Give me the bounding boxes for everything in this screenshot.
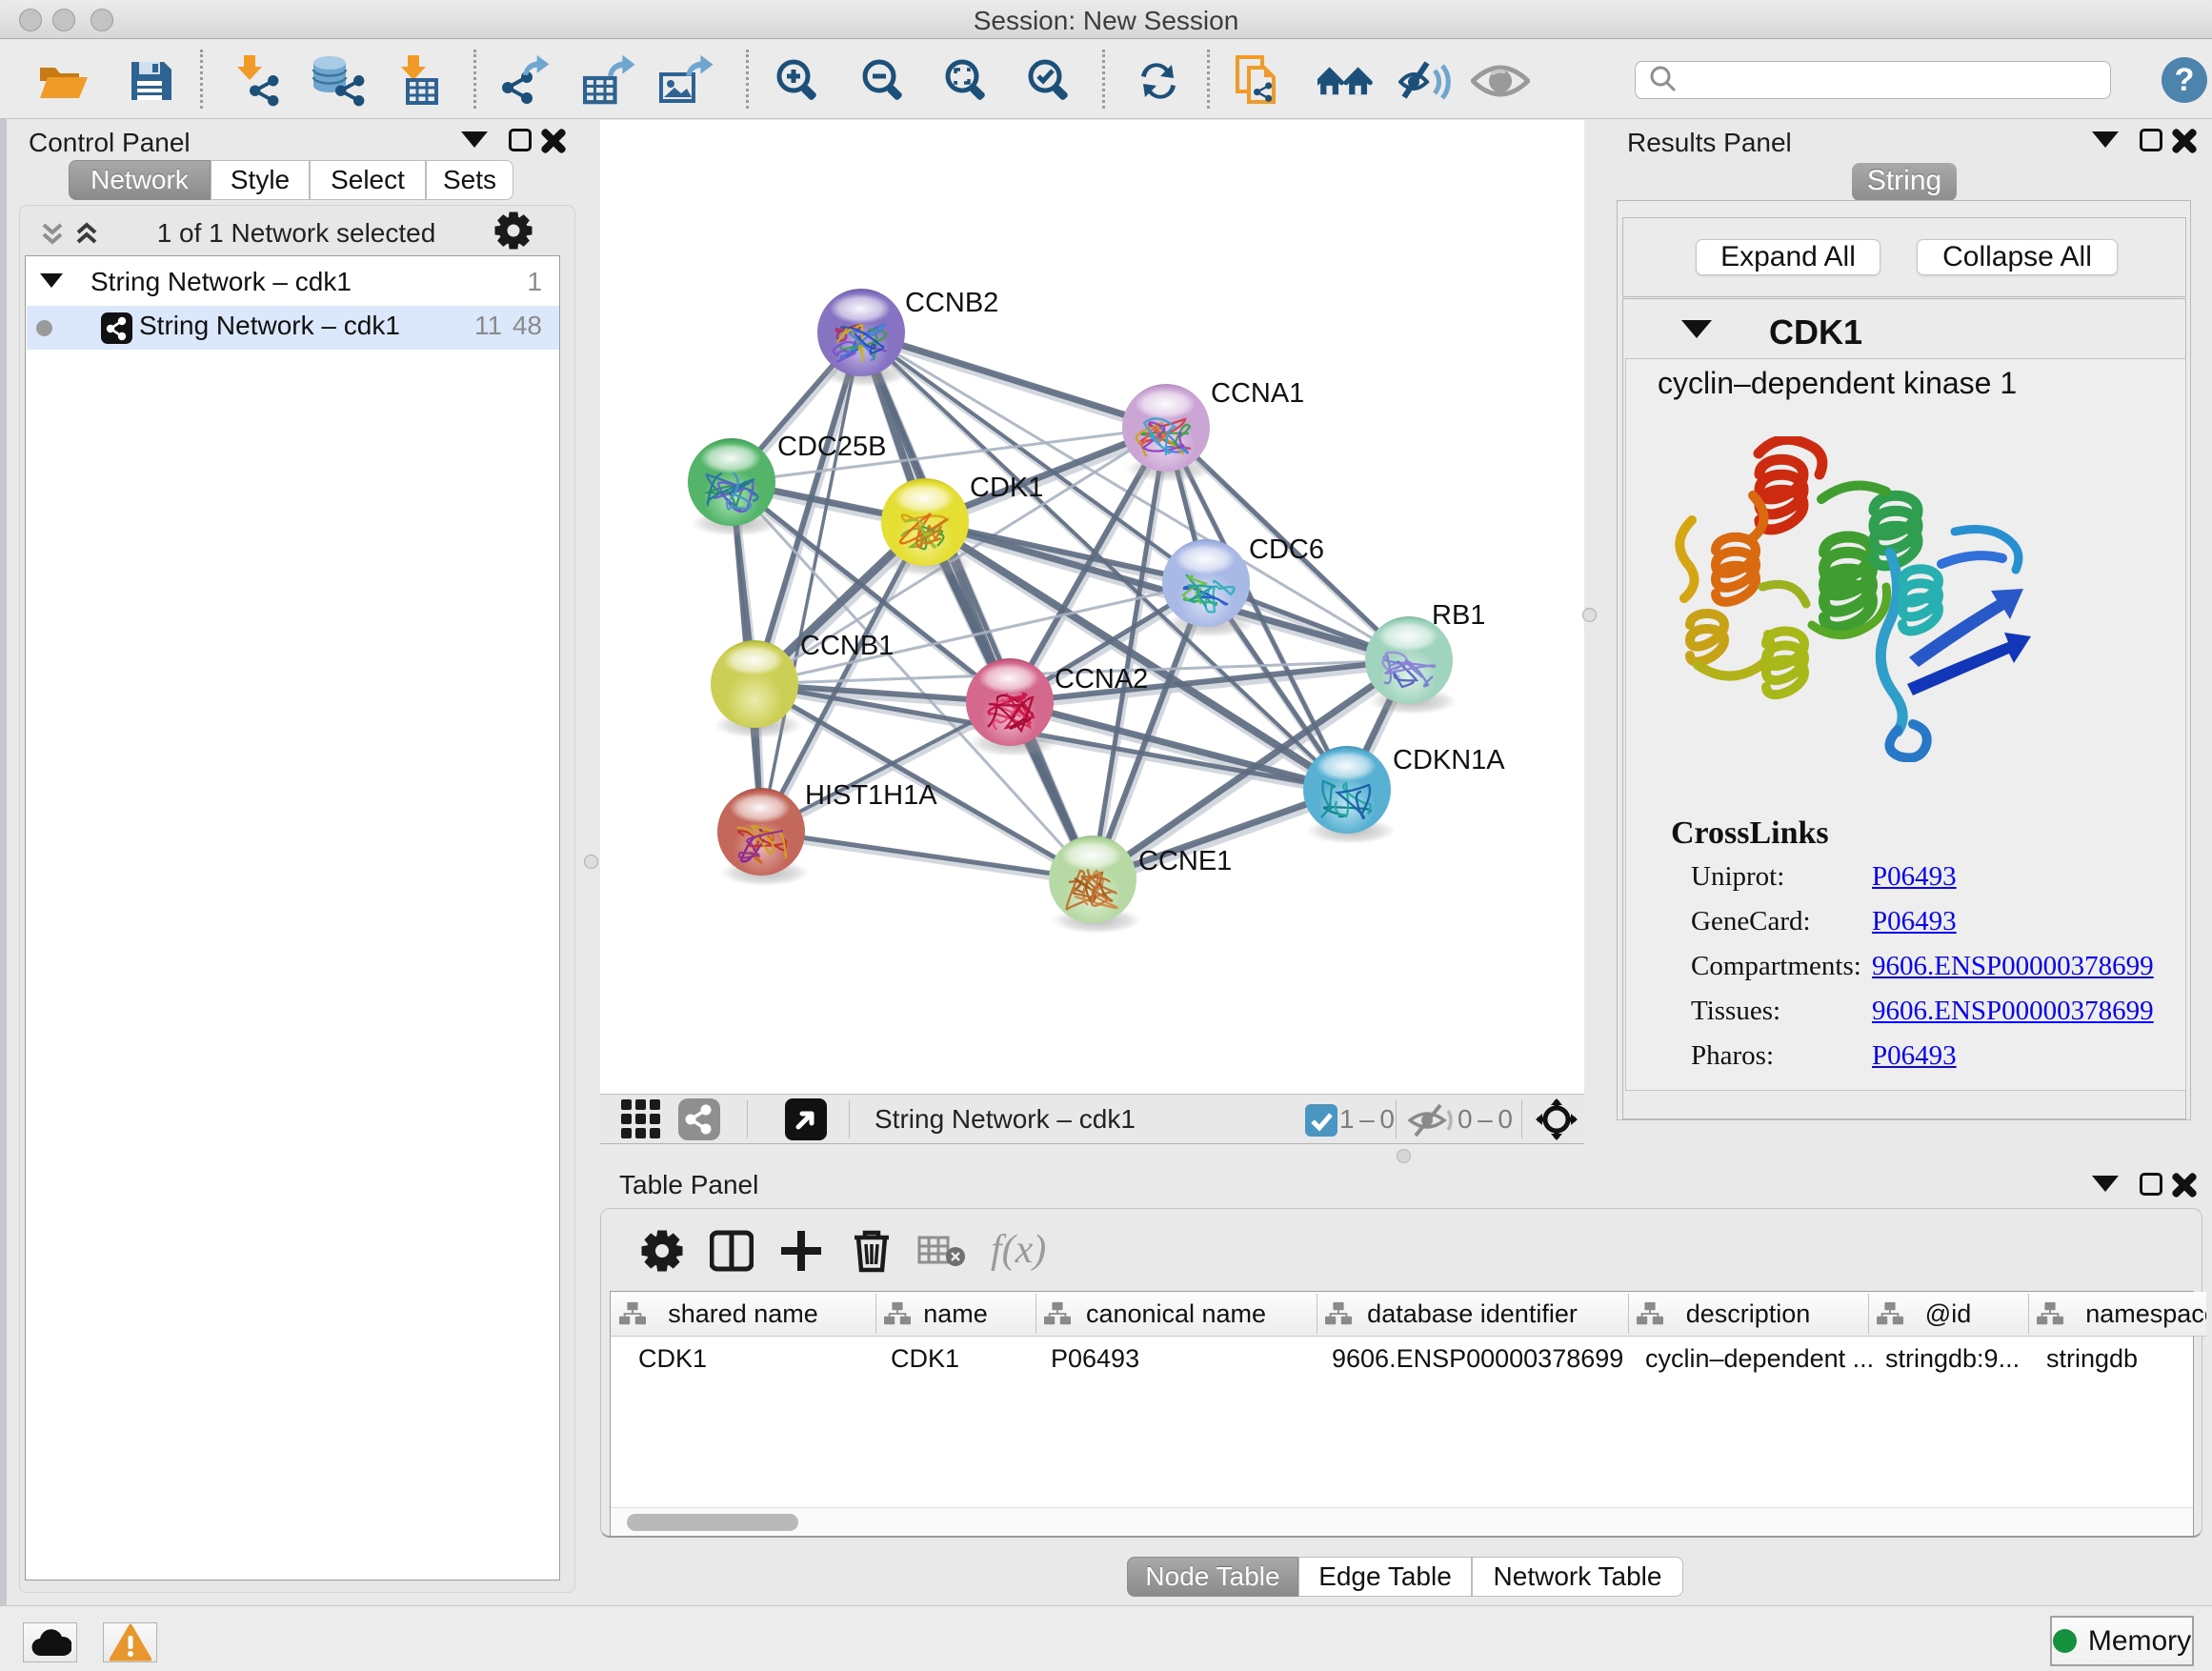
svg-text:CDKN1A: CDKN1A	[1393, 745, 1505, 775]
svg-text:?: ?	[2175, 62, 2195, 98]
svg-text:CCNA1: CCNA1	[1211, 378, 1304, 409]
svg-text:CCNE1: CCNE1	[1138, 846, 1232, 876]
svg-text:CCNB1: CCNB1	[800, 631, 894, 661]
svg-text:CDC25B: CDC25B	[777, 432, 886, 462]
svg-text:CCNA2: CCNA2	[1055, 664, 1148, 695]
svg-text:HIST1H1A: HIST1H1A	[805, 780, 937, 811]
svg-text:CDC6: CDC6	[1249, 534, 1324, 565]
svg-text:RB1: RB1	[1432, 600, 1485, 631]
svg-text:CDK1: CDK1	[970, 473, 1043, 503]
svg-text:CCNB2: CCNB2	[905, 288, 998, 318]
